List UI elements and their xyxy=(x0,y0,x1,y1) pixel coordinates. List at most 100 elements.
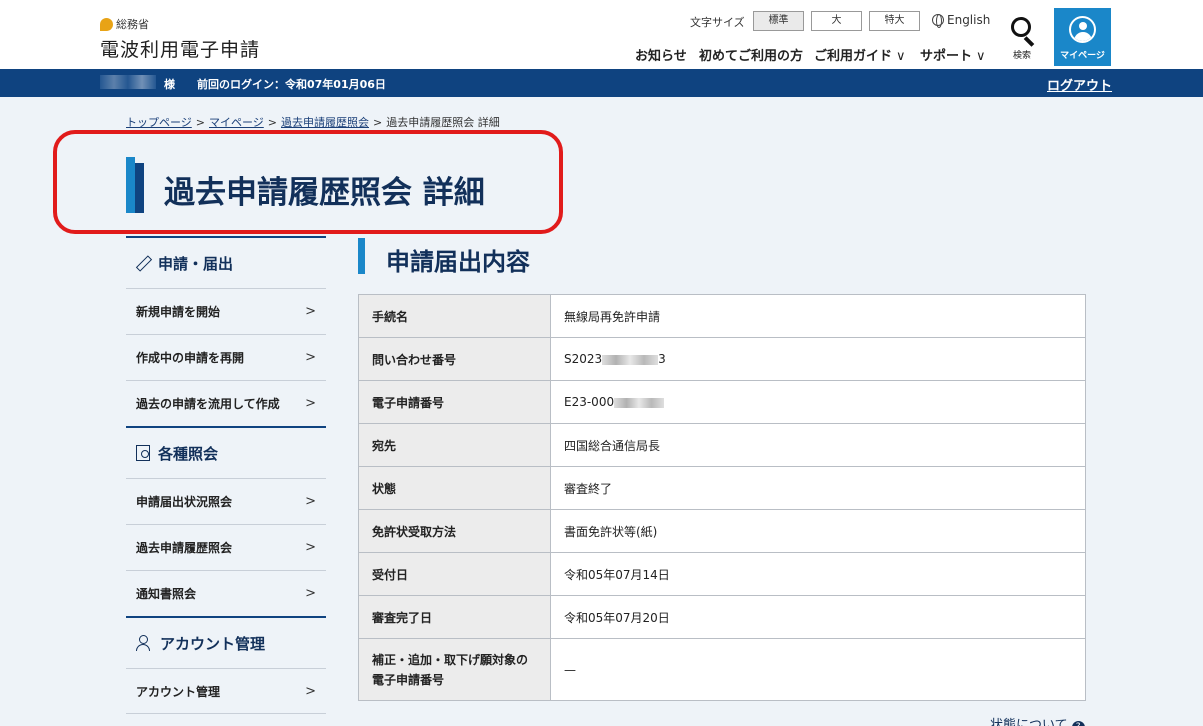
sidebar-item-label: 過去申請履歴照会 xyxy=(136,541,233,555)
sidebar-item-reuse-past[interactable]: 過去の申請を流用して作成 > xyxy=(126,380,326,426)
sidebar-item-notice-inquiry[interactable]: 通知書照会 > xyxy=(126,570,326,616)
breadcrumb: トップページ > マイページ > 過去申請履歴照会 > 過去申請履歴照会 詳細 xyxy=(126,114,500,130)
chevron-down-icon: ∨ xyxy=(976,49,986,64)
login-bar: 様 前回のログイン：令和07年01月06日 ログアウト xyxy=(0,69,1203,97)
inquiry-number-prefix: S2023 xyxy=(564,352,603,366)
sidebar-item-status-inquiry[interactable]: 申請届出状況照会 > xyxy=(126,478,326,524)
chevron-right-icon: > xyxy=(305,304,316,319)
sidebar-item-new-application[interactable]: 新規申請を開始 > xyxy=(126,288,326,334)
table-row: 審査完了日 令和05年07月20日 xyxy=(358,595,1086,639)
site-header: 総務省 電波利用電子申請 文字サイズ 標準 大 特大 English お知らせ … xyxy=(0,0,1203,69)
search-button[interactable]: 検索 xyxy=(1002,12,1042,64)
redacted-value xyxy=(602,354,659,365)
document-search-icon xyxy=(136,445,150,461)
table-row: 電子申請番号 E23-000 xyxy=(358,380,1086,424)
row-value: 書面免許状等(紙) xyxy=(550,509,1086,553)
nav-first-time[interactable]: 初めてご利用の方 xyxy=(699,45,803,64)
sidebar-item-label: 作成中の申請を再開 xyxy=(136,351,245,365)
application-number: E23-000 xyxy=(550,380,1086,424)
sidebar-item-label: 新規申請を開始 xyxy=(136,305,221,319)
row-value: 審査終了 xyxy=(550,466,1086,510)
sidebar-item-label: 申請届出状況照会 xyxy=(136,495,233,509)
sidebar-section-title: 申請・届出 xyxy=(158,254,234,273)
status-help-link[interactable]: 状態について? xyxy=(990,714,1085,726)
table-row: 受付日 令和05年07月14日 xyxy=(358,552,1086,596)
breadcrumb-mypage[interactable]: マイページ xyxy=(209,116,264,129)
row-value: — xyxy=(550,638,1086,701)
nav-guide-label: ご利用ガイド xyxy=(814,49,893,64)
chevron-right-icon: > xyxy=(305,494,316,509)
chevron-right-icon: > xyxy=(305,586,316,601)
chevron-right-icon: > xyxy=(305,350,316,365)
application-detail-table: 手続名 無線局再免許申請 問い合わせ番号 S2023 3 電子申請番号 E23-0… xyxy=(358,294,1086,701)
font-size-xlarge-button[interactable]: 特大 xyxy=(869,11,920,31)
ministry-name: 総務省 xyxy=(116,18,149,31)
sidebar: 申請・届出 新規申請を開始 > 作成中の申請を再開 > 過去の申請を流用して作成 > … xyxy=(126,236,326,714)
font-size-large-button[interactable]: 大 xyxy=(811,11,862,31)
inquiry-number-suffix: 3 xyxy=(658,352,666,366)
row-label: 審査完了日 xyxy=(358,595,551,639)
chevron-right-icon: > xyxy=(267,116,277,129)
sidebar-item-label: 通知書照会 xyxy=(136,587,197,601)
table-row: 問い合わせ番号 S2023 3 xyxy=(358,337,1086,381)
breadcrumb-history[interactable]: 過去申請履歴照会 xyxy=(281,116,369,129)
chevron-right-icon: > xyxy=(305,396,316,411)
row-value: 無線局再免許申請 xyxy=(550,294,1086,338)
chevron-down-icon: ∨ xyxy=(896,49,906,64)
font-size-standard-button[interactable]: 標準 xyxy=(753,11,804,31)
nav-guide[interactable]: ご利用ガイド ∨ xyxy=(814,45,906,64)
sidebar-section-title: 各種照会 xyxy=(158,444,219,463)
chevron-right-icon: > xyxy=(195,116,205,129)
section-title: 申請届出内容 xyxy=(386,248,530,276)
globe-icon xyxy=(932,14,944,28)
site-title[interactable]: 電波利用電子申請 xyxy=(100,35,260,62)
mypage-button[interactable]: マイページ xyxy=(1054,8,1111,66)
nav-support[interactable]: サポート ∨ xyxy=(920,45,986,64)
honorific: 様 xyxy=(164,78,175,91)
chevron-right-icon: > xyxy=(373,116,383,129)
row-label: 免許状受取方法 xyxy=(358,509,551,553)
row-label: 宛先 xyxy=(358,423,551,467)
application-number-prefix: E23-000 xyxy=(564,395,615,409)
logout-link[interactable]: ログアウト xyxy=(1047,75,1112,94)
user-name-redacted xyxy=(100,75,156,89)
breadcrumb-current: 過去申請履歴照会 詳細 xyxy=(386,116,500,129)
english-label: English xyxy=(947,13,991,27)
breadcrumb-top[interactable]: トップページ xyxy=(126,116,192,129)
help-icon: ? xyxy=(1071,721,1085,726)
row-label: 問い合わせ番号 xyxy=(358,337,551,381)
sidebar-item-account[interactable]: アカウント管理 > xyxy=(126,668,326,714)
sidebar-section-application: 申請・届出 xyxy=(126,236,326,288)
search-icon xyxy=(1011,17,1031,37)
table-row: 状態 審査終了 xyxy=(358,466,1086,510)
sidebar-section-title: アカウント管理 xyxy=(160,634,266,653)
ministry-logo[interactable]: 総務省 xyxy=(100,16,149,32)
row-label: 補正・追加・取下げ願対象の電子申請番号 xyxy=(358,638,551,701)
mypage-label: マイページ xyxy=(1060,51,1105,61)
user-gear-icon xyxy=(136,635,152,651)
sidebar-item-history-inquiry[interactable]: 過去申請履歴照会 > xyxy=(126,524,326,570)
sidebar-section-account: アカウント管理 xyxy=(126,616,326,668)
table-row: 補正・追加・取下げ願対象の電子申請番号 — xyxy=(358,638,1086,701)
nav-news[interactable]: お知らせ xyxy=(635,45,687,64)
ministry-emblem-icon xyxy=(100,17,113,31)
sidebar-item-label: 過去の申請を流用して作成 xyxy=(136,397,280,411)
chevron-right-icon: > xyxy=(305,540,316,555)
inquiry-number: S2023 3 xyxy=(550,337,1086,381)
row-value: 四国総合通信局長 xyxy=(550,423,1086,467)
status-help-label: 状態について xyxy=(990,718,1068,726)
chevron-right-icon: > xyxy=(305,683,316,699)
search-label: 検索 xyxy=(1012,51,1031,61)
table-row: 免許状受取方法 書面免許状等(紙) xyxy=(358,509,1086,553)
sidebar-item-resume-draft[interactable]: 作成中の申請を再開 > xyxy=(126,334,326,380)
table-row: 宛先 四国総合通信局長 xyxy=(358,423,1086,467)
row-value: 令和05年07月14日 xyxy=(550,552,1086,596)
sidebar-item-label: アカウント管理 xyxy=(136,684,221,699)
english-link[interactable]: English xyxy=(932,13,991,28)
table-row: 手続名 無線局再免許申請 xyxy=(358,294,1086,338)
last-login: 前回のログイン：令和07年01月06日 xyxy=(197,78,386,91)
section-accent-bar xyxy=(358,238,365,274)
row-label: 電子申請番号 xyxy=(358,380,551,424)
sidebar-section-inquiry: 各種照会 xyxy=(126,426,326,478)
pen-icon xyxy=(136,256,150,270)
